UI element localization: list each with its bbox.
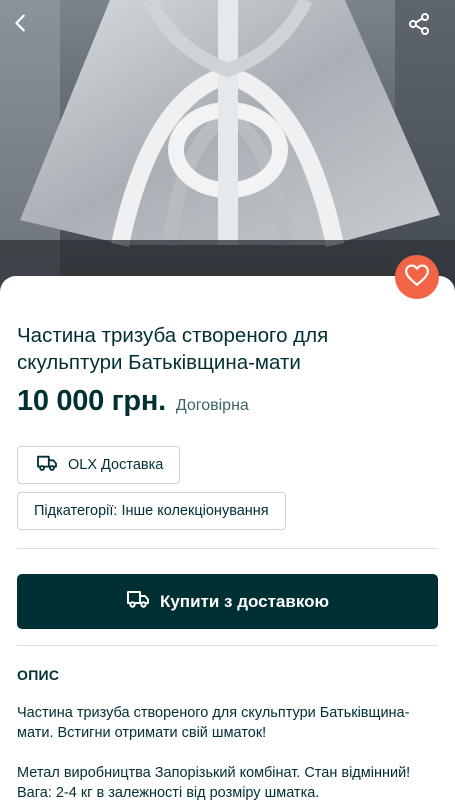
truck-icon: [36, 454, 58, 476]
subcategory-chip[interactable]: Підкатегорії: Інше колекціонування: [17, 492, 286, 530]
description-text: Частина тризуба створеного для скульптур…: [17, 703, 442, 800]
back-button[interactable]: [10, 12, 50, 52]
description-heading: ОПИС: [17, 667, 60, 683]
price-negotiable-label: Договірна: [175, 397, 249, 414]
listing-price: 10 000 грн.: [17, 385, 166, 417]
description-paragraph: Частина тризуба створеного для скульптур…: [17, 705, 410, 741]
listing-title: Частина тризуба створеного для скульптур…: [17, 324, 329, 374]
delivery-chip-label: OLX Доставка: [68, 457, 164, 473]
divider: [17, 645, 438, 646]
divider: [17, 548, 438, 549]
description-line: Вага: 2-4 кг в залежності від розміру шм…: [17, 785, 320, 800]
olx-delivery-chip[interactable]: OLX Доставка: [17, 446, 181, 484]
heart-icon: [404, 263, 430, 292]
favorite-button[interactable]: [395, 255, 439, 299]
buy-button-label: Купити з доставкою: [159, 591, 330, 611]
listing-photo[interactable]: [0, 0, 455, 300]
description-line: Метал виробництва Запорізький комбінат. …: [17, 765, 411, 781]
share-button[interactable]: [407, 12, 447, 52]
buy-with-delivery-button[interactable]: Купити з доставкою: [17, 574, 438, 629]
price-row: 10 000 грн. Договірна: [17, 385, 249, 418]
truck-icon: [126, 589, 150, 614]
